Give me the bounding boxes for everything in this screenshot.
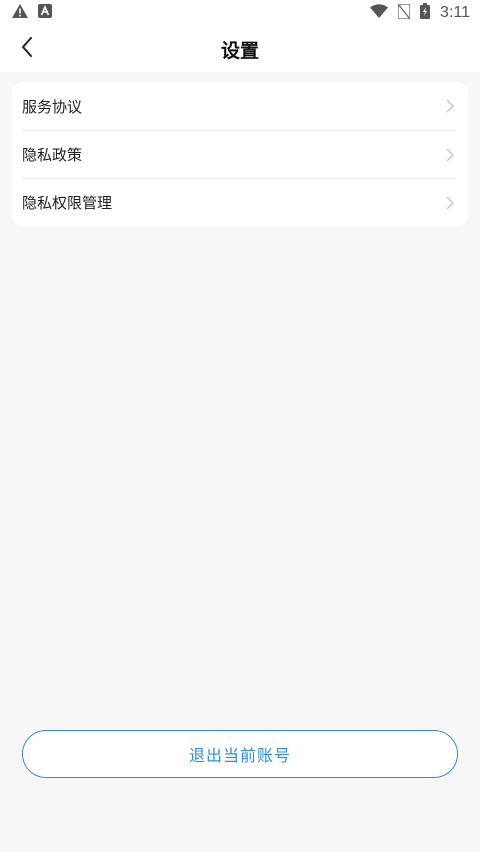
chevron-left-icon [21, 37, 33, 61]
menu-item-service-agreement[interactable]: 服务协议 [22, 82, 456, 130]
menu-item-privacy-permissions[interactable]: 隐私权限管理 [22, 178, 456, 226]
status-right: 3:11 [370, 2, 470, 23]
menu-item-label: 服务协议 [22, 97, 83, 116]
status-bar: 3:11 [0, 0, 480, 26]
chevron-right-icon [446, 98, 456, 114]
menu-item-privacy-policy[interactable]: 隐私政策 [22, 130, 456, 178]
menu-item-label: 隐私政策 [22, 146, 83, 164]
page-title: 设置 [220, 39, 259, 62]
wifi-icon [370, 4, 389, 22]
no-sim-icon [397, 2, 411, 23]
clock: 3:11 [440, 4, 470, 21]
a-notification-icon [38, 4, 52, 22]
warning-icon [12, 4, 28, 22]
battery-charging-icon [420, 3, 431, 23]
status-left [12, 4, 52, 22]
logout-button[interactable]: 退出当前账号 [22, 730, 458, 778]
header: 设置 [0, 26, 480, 72]
logout-button-label: 退出当前账号 [188, 746, 291, 765]
chevron-right-icon [446, 147, 456, 163]
back-button[interactable] [10, 34, 44, 64]
settings-menu: 服务协议 隐私政策 隐私权限管理 [12, 82, 468, 226]
chevron-right-icon [446, 195, 456, 211]
menu-item-label: 隐私权限管理 [22, 194, 113, 212]
